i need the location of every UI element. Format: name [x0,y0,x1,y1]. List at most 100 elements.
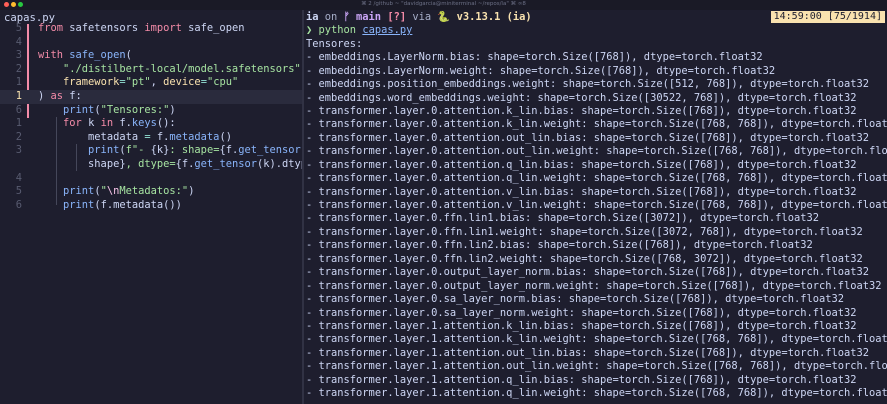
code-token: framework [63,76,120,89]
line-source: print("\nMetadatos:") [38,185,194,199]
output-line: - transformer.layer.0.attention.k_lin.bi… [306,104,857,117]
terminal-clock-badge: 14:59:00 [75/1914] [770,11,885,23]
code-token: metadata [169,130,220,143]
output-line: - transformer.layer.1.attention.out_lin.… [306,346,870,359]
code-line[interactable]: 3 print(f"- {k}: shape={f.get_tensor(k). [0,144,326,158]
line-number: 1 [15,76,22,89]
command-line[interactable]: ❯ python capas.py [306,24,412,37]
line-number: 1 [15,117,22,130]
command-name: python [318,24,357,37]
prompt-user: ia [306,11,319,23]
line-source: "./distilbert-local/model.safetensors", [38,63,307,77]
line-source: metadata = f.metadata() [38,131,232,145]
output-line: - embeddings.LayerNorm.weight: shape=tor… [306,64,776,77]
code-token: safe_open [188,22,245,34]
code-token: \n [106,185,120,198]
code-token: ( [125,49,132,62]
code-token: get_tensor [238,144,301,157]
indent-guide [56,117,57,205]
output-line: - embeddings.word_embeddings.weight: sha… [306,91,857,104]
line-source: framework="pt", device="cpu" [38,76,238,90]
code-token: keys [131,117,157,130]
line-number: 4 [15,35,22,48]
line-number: 2 [15,130,22,143]
code-line[interactable]: 1) as f: [0,89,302,104]
output-line: - transformer.layer.0.attention.v_lin.we… [306,199,887,212]
code-token: ) [188,185,195,198]
code-token: f: [69,89,82,102]
editor-pane[interactable]: capas.py 5 from safetensors import safe_o… [0,10,332,404]
code-token: "./distilbert-local/model.safetensors" [63,62,301,75]
output-line: - embeddings.position_embeddings.weight:… [306,78,870,91]
code-line[interactable]: 5 from safetensors import safe_open [0,22,302,36]
line-source: print("Tensores:") [38,104,176,118]
code-token: {k} [150,144,170,157]
prompt-via: via [406,11,438,23]
output-line: - transformer.layer.0.sa_layer_norm.bias… [306,293,844,306]
code-token: safetensors [69,22,145,34]
terminal-pane[interactable]: ia on ᚠ main [?] via 🐍 v3.13.1 (ia) 14:5… [304,10,887,404]
output-line: - transformer.layer.1.attention.out_lin.… [306,360,887,373]
output-line: - transformer.layer.1.attention.q_lin.we… [306,387,887,400]
code-token: {f. [219,144,239,157]
code-token: for [63,117,89,130]
code-line[interactable]: 2 metadata = f.metadata() [0,131,302,145]
output-line: - transformer.layer.0.attention.out_lin.… [306,145,887,158]
line-source: print(f.metadata()) [38,199,182,213]
output-line: - transformer.layer.0.ffn.lin2.weight: s… [306,252,863,265]
prompt-git-status: [?] [381,11,407,23]
output-line: - transformer.layer.0.ffn.lin1.bias: sha… [306,212,819,225]
line-source: for k in f.keys(): [38,117,176,131]
code-token: as [50,89,70,102]
code-line[interactable]: 3 with safe_open( [0,49,302,63]
code-line[interactable]: 5 print("\nMetadatos:") [0,185,302,199]
code-line[interactable]: 6 print("Tensores:") [0,104,302,118]
line-number: 2 [15,62,22,75]
code-line[interactable]: 1 framework="pt", device="cpu" [0,76,302,90]
code-token: (f.metadata()) [94,198,182,211]
code-token: = [144,130,157,143]
window-title: ⌘ 2 /github ~ "davidgarcia@miniterminal … [361,1,526,7]
prompt-python-version: v3.13.1 (ia) [450,11,532,23]
line-number: 6 [15,103,22,116]
code-line[interactable]: 1 for k in f.keys(): [0,117,302,131]
line-source: with safe_open( [38,49,132,63]
indent-guide [76,144,77,171]
code-line[interactable]: shape}, dtype={f.get_tensor(k).dtype}") [0,157,332,172]
line-number: 4 [15,171,22,184]
output-line: - embeddings.LayerNorm.bias: shape=torch… [306,51,763,64]
code-token: f"- [125,144,151,157]
code-token: "pt" [125,76,151,89]
code-token: print [63,185,95,198]
code-line[interactable]: 2 "./distilbert-local/model.safetensors"… [0,62,307,77]
code-token: {f. [175,157,195,170]
line-number: 5 [15,185,22,198]
output-line: - transformer.layer.0.attention.v_lin.bi… [306,185,857,198]
command-argument-link[interactable]: capas.py [362,24,412,36]
code-line[interactable]: 6 print(f.metadata()) [0,199,302,213]
output-line: - transformer.layer.1.attention.k_lin.bi… [306,319,857,332]
output-line: - transformer.layer.0.ffn.lin2.bias: sha… [306,239,813,252]
code-line[interactable]: 4 [0,172,302,186]
line-source: ) as f: [38,90,82,104]
line-number: 3 [15,144,22,157]
output-line: - transformer.layer.0.attention.q_lin.bi… [306,158,857,171]
code-token: (): [156,117,176,130]
code-token: print [63,103,95,116]
code-token: k [88,117,101,130]
code-token: ) [38,89,51,102]
shell-prompt: ia on ᚠ main [?] via 🐍 v3.13.1 (ia) [306,11,532,24]
line-number: 3 [15,49,22,62]
code-token: , dtype= [125,157,176,170]
code-line[interactable]: 4 [0,36,302,50]
code-token: "Tensores:" [100,103,170,116]
line-number: 5 [15,22,22,34]
code-token: ) [169,103,176,116]
code-area[interactable]: 5 from safetensors import safe_open 4 3 with… [0,22,332,213]
code-token: safe_open [69,49,126,62]
